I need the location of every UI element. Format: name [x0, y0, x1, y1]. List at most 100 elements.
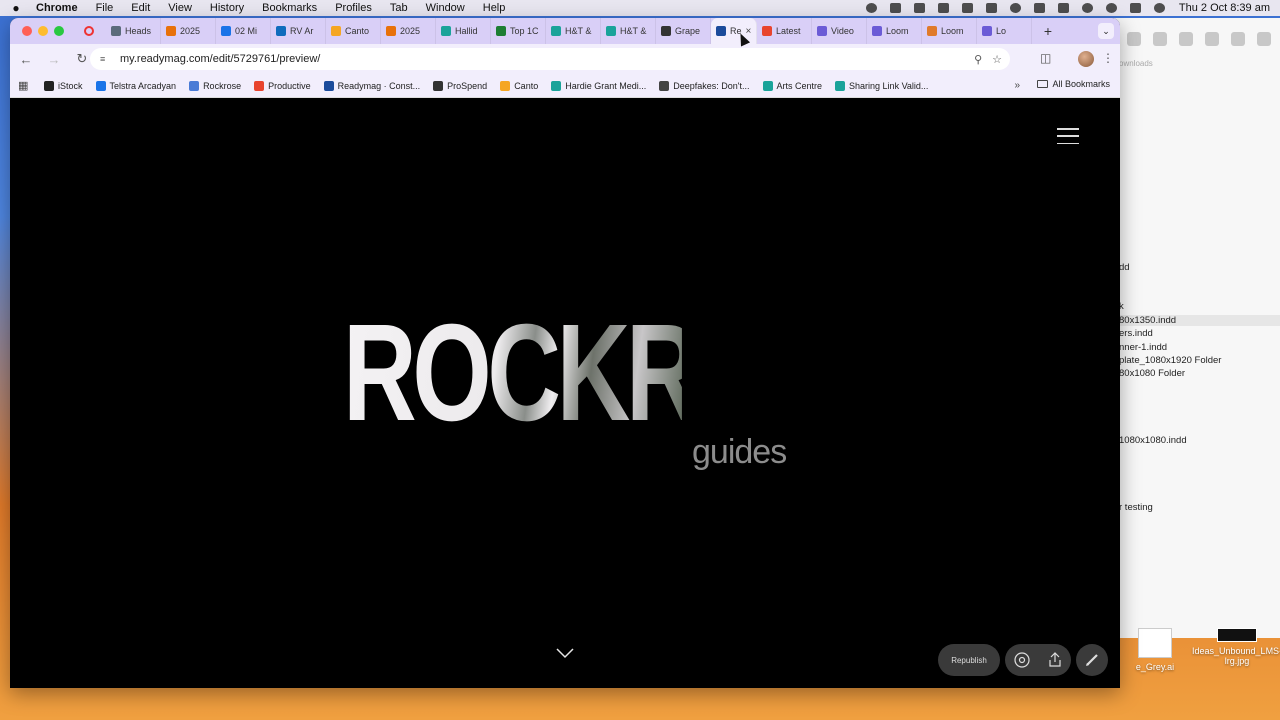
bookmark-item[interactable]: Productive: [254, 80, 311, 91]
finder-file-row[interactable]: plate_1080x1920 Folder: [1119, 355, 1221, 366]
finder-toolbar-icon[interactable]: [1127, 32, 1141, 46]
browser-tab[interactable]: 2025: [161, 18, 216, 44]
tab-title: Top 1C: [510, 26, 539, 36]
status-app-icon[interactable]: [1009, 3, 1021, 13]
browser-tab[interactable]: Re ×: [711, 18, 757, 44]
finder-file-row[interactable]: dd: [1119, 262, 1130, 273]
desktop-file[interactable]: e_Grey.ai: [1110, 628, 1200, 672]
hamburger-menu-icon[interactable]: [1057, 128, 1079, 144]
cloud-icon[interactable]: [865, 3, 877, 13]
site-settings-icon[interactable]: ≡: [100, 54, 112, 64]
finder-toolbar-icon[interactable]: [1257, 32, 1271, 46]
menu-history[interactable]: History: [210, 2, 244, 14]
bookmarks-overflow-icon[interactable]: »: [1014, 80, 1020, 91]
fullscreen-window-button[interactable]: [54, 26, 64, 36]
bookmark-item[interactable]: ProSpend: [433, 80, 487, 91]
browser-tab[interactable]: Grape: [656, 18, 711, 44]
forward-arrow-icon[interactable]: →: [42, 52, 66, 67]
browser-tab[interactable]: Loom: [867, 18, 922, 44]
browser-tab[interactable]: Canto: [326, 18, 381, 44]
finder-file-row[interactable]: nner-1.indd: [1119, 342, 1167, 353]
bookmark-item[interactable]: Hardie Grant Medi...: [551, 80, 646, 91]
desktop-file-label: e_Grey.ai: [1135, 662, 1175, 672]
republish-button[interactable]: Republish: [938, 644, 1000, 676]
control-center-icon[interactable]: [1129, 3, 1141, 13]
browser-tab[interactable]: H&T &: [601, 18, 656, 44]
bookmark-item[interactable]: Arts Centre: [762, 80, 822, 91]
chrome-menu-icon[interactable]: ⋮: [1102, 51, 1114, 65]
minimize-window-button[interactable]: [38, 26, 48, 36]
browser-tab[interactable]: 02 Mi: [216, 18, 271, 44]
finder-file-row[interactable]: r testing: [1119, 502, 1153, 513]
cloud-icon[interactable]: [1153, 32, 1167, 46]
bookmark-star-icon[interactable]: ☆: [992, 53, 1002, 66]
edit-pencil-button[interactable]: [1076, 644, 1108, 676]
browser-tab[interactable]: Video: [812, 18, 867, 44]
url-text[interactable]: my.readymag.com/edit/5729761/preview/: [120, 53, 320, 65]
desktop-file[interactable]: Ideas_Unbound_LMS-lrg.jpg: [1192, 628, 1280, 667]
bookmark-item[interactable]: Rockrose: [189, 80, 241, 91]
status-app-icon[interactable]: [913, 3, 925, 13]
tab-favicon-icon: [166, 26, 176, 36]
share-upload-icon[interactable]: [1046, 651, 1064, 669]
browser-tab[interactable]: 2025: [381, 18, 436, 44]
profile-avatar[interactable]: [1078, 51, 1094, 67]
tab-search-chevron-icon[interactable]: ⌄: [1098, 23, 1114, 39]
finder-file-row[interactable]: 80x1080 Folder: [1119, 368, 1185, 379]
browser-tab[interactable]: Latest: [757, 18, 812, 44]
browser-tab[interactable]: Lo: [977, 18, 1032, 44]
apps-grid-icon[interactable]: ▦: [18, 79, 32, 92]
indesign-icon[interactable]: [1179, 32, 1193, 46]
tab-title: H&T &: [565, 26, 592, 36]
new-tab-button[interactable]: +: [1038, 23, 1058, 39]
status-app-icon[interactable]: [937, 3, 949, 13]
tab-favicon-icon: [716, 26, 726, 36]
spotlight-search-icon[interactable]: [1105, 3, 1117, 13]
status-app-icon[interactable]: [961, 3, 973, 13]
zoom-icon[interactable]: ⚲: [974, 53, 982, 66]
siri-icon[interactable]: [1153, 3, 1165, 13]
finder-file-row[interactable]: ers.indd: [1119, 328, 1153, 339]
bookmark-item[interactable]: Telstra Arcadyan: [95, 80, 176, 91]
bookmark-item[interactable]: Sharing Link Valid...: [835, 80, 928, 91]
menu-help[interactable]: Help: [483, 2, 506, 14]
finder-file-row[interactable]: 1080x1080.indd: [1119, 435, 1187, 446]
all-bookmarks-button[interactable]: All Bookmarks: [1037, 79, 1110, 89]
menu-view[interactable]: View: [168, 2, 192, 14]
bookmark-item[interactable]: Canto: [500, 80, 538, 91]
browser-tab[interactable]: Hallid: [436, 18, 491, 44]
browser-tab[interactable]: RV Ar: [271, 18, 326, 44]
scroll-down-chevron-icon[interactable]: [555, 646, 575, 660]
browser-tab[interactable]: H&T &: [546, 18, 601, 44]
menu-tab[interactable]: Tab: [390, 2, 408, 14]
menu-edit[interactable]: Edit: [131, 2, 150, 14]
menu-profiles[interactable]: Profiles: [335, 2, 372, 14]
browser-tab[interactable]: Loom: [922, 18, 977, 44]
recording-icon[interactable]: [84, 26, 94, 36]
finder-toolbar-icon[interactable]: [1231, 32, 1245, 46]
preview-eye-icon[interactable]: [1013, 651, 1031, 669]
menu-clock[interactable]: Thu 2 Oct 8:39 am: [1179, 2, 1270, 14]
bookmark-favicon-icon: [433, 80, 444, 91]
finder-toolbar-icon[interactable]: [1205, 32, 1219, 46]
extensions-puzzle-icon[interactable]: ◫: [1040, 51, 1051, 65]
close-window-button[interactable]: [22, 26, 32, 36]
browser-tab[interactable]: Top 1C: [491, 18, 546, 44]
status-app-icon[interactable]: [985, 3, 997, 13]
status-app-icon[interactable]: [1033, 3, 1045, 13]
bookmark-item[interactable]: Readymag · Const...: [323, 80, 420, 91]
menu-file[interactable]: File: [96, 2, 114, 14]
menu-app-name[interactable]: Chrome: [36, 2, 78, 14]
battery-icon[interactable]: [1057, 3, 1069, 13]
menu-bookmarks[interactable]: Bookmarks: [262, 2, 317, 14]
finder-file-row[interactable]: 80x1350.indd: [1111, 315, 1280, 326]
browser-tab[interactable]: Heads: [106, 18, 161, 44]
status-app-icon[interactable]: [889, 3, 901, 13]
wifi-icon[interactable]: [1081, 3, 1093, 13]
address-bar[interactable]: ≡ my.readymag.com/edit/5729761/preview/ …: [90, 48, 1010, 70]
bookmark-item[interactable]: Deepfakes: Don't...: [659, 80, 750, 91]
back-arrow-icon[interactable]: ←: [14, 52, 38, 67]
apple-icon[interactable]: ●: [10, 1, 22, 15]
menu-window[interactable]: Window: [426, 2, 465, 14]
bookmark-item[interactable]: iStock: [44, 80, 83, 91]
